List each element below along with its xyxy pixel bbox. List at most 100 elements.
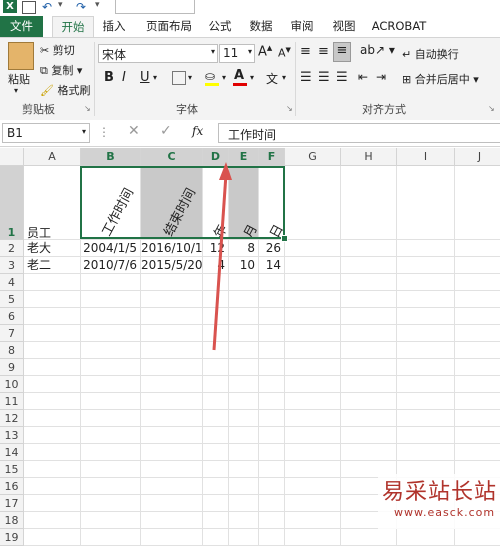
cell-g8[interactable] — [285, 342, 341, 359]
cell-e13[interactable] — [229, 427, 259, 444]
tab-insert[interactable]: 插入 — [98, 16, 130, 37]
cell-f7[interactable] — [259, 325, 285, 342]
row-header-17[interactable]: 17 — [0, 495, 24, 512]
cell-b15[interactable] — [81, 461, 141, 478]
cell-j10[interactable] — [455, 376, 500, 393]
cell-a10[interactable] — [24, 376, 81, 393]
cell-b14[interactable] — [81, 444, 141, 461]
cell-e18[interactable] — [229, 512, 259, 529]
cell-c11[interactable] — [141, 393, 203, 410]
cell-e19[interactable] — [229, 529, 259, 546]
column-header-j[interactable]: J — [455, 148, 500, 166]
cell-c10[interactable] — [141, 376, 203, 393]
cell-c5[interactable] — [141, 291, 203, 308]
cell-f2[interactable]: 26 — [259, 240, 285, 257]
cell-d17[interactable] — [203, 495, 229, 512]
cell-b11[interactable] — [81, 393, 141, 410]
format-painter-button[interactable]: 🖌 格式刷 — [40, 82, 90, 98]
cell-d9[interactable] — [203, 359, 229, 376]
tab-data[interactable]: 数据 — [245, 16, 277, 37]
column-header-c[interactable]: C — [141, 148, 203, 166]
cell-f18[interactable] — [259, 512, 285, 529]
cell-i9[interactable] — [397, 359, 455, 376]
cell-c12[interactable] — [141, 410, 203, 427]
cell-j19[interactable] — [455, 529, 500, 546]
cell-c6[interactable] — [141, 308, 203, 325]
cell-h7[interactable] — [341, 325, 397, 342]
column-header-f[interactable]: F — [259, 148, 285, 166]
cell-h10[interactable] — [341, 376, 397, 393]
tab-view[interactable]: 视图 — [328, 16, 360, 37]
clipboard-launcher-icon[interactable]: ↘ — [84, 104, 91, 113]
font-launcher-icon[interactable]: ↘ — [286, 104, 293, 113]
row-header-5[interactable]: 5 — [0, 291, 24, 308]
row-header-12[interactable]: 12 — [0, 410, 24, 427]
cell-b5[interactable] — [81, 291, 141, 308]
cell-b12[interactable] — [81, 410, 141, 427]
cell-f16[interactable] — [259, 478, 285, 495]
cell-a4[interactable] — [24, 274, 81, 291]
cell-h3[interactable] — [341, 257, 397, 274]
column-header-b[interactable]: B — [81, 148, 141, 166]
cell-f10[interactable] — [259, 376, 285, 393]
cell-f14[interactable] — [259, 444, 285, 461]
cell-c9[interactable] — [141, 359, 203, 376]
align-right-icon[interactable]: ☰ — [336, 70, 348, 85]
orientation-icon[interactable]: ab↗ ▾ — [360, 43, 395, 57]
border-dropdown-icon[interactable]: ▾ — [188, 73, 192, 82]
cell-c4[interactable] — [141, 274, 203, 291]
cell-i2[interactable] — [397, 240, 455, 257]
row-header-6[interactable]: 6 — [0, 308, 24, 325]
cell-i14[interactable] — [397, 444, 455, 461]
decrease-indent-icon[interactable]: ⇤ — [358, 70, 368, 84]
cell-c16[interactable] — [141, 478, 203, 495]
fill-color-icon[interactable]: ⛀ — [205, 69, 215, 83]
cell-j9[interactable] — [455, 359, 500, 376]
cell-b9[interactable] — [81, 359, 141, 376]
select-all-corner[interactable] — [0, 148, 24, 166]
row-header-18[interactable]: 18 — [0, 512, 24, 529]
cell-e11[interactable] — [229, 393, 259, 410]
cell-f3[interactable]: 14 — [259, 257, 285, 274]
row-header-16[interactable]: 16 — [0, 478, 24, 495]
increase-indent-icon[interactable]: ⇥ — [376, 70, 386, 84]
cell-a1[interactable]: 员工 — [24, 166, 81, 240]
cell-h4[interactable] — [341, 274, 397, 291]
cell-b4[interactable] — [81, 274, 141, 291]
cell-i4[interactable] — [397, 274, 455, 291]
cell-a11[interactable] — [24, 393, 81, 410]
cell-e16[interactable] — [229, 478, 259, 495]
cell-d11[interactable] — [203, 393, 229, 410]
cell-e9[interactable] — [229, 359, 259, 376]
row-header-15[interactable]: 15 — [0, 461, 24, 478]
cell-d19[interactable] — [203, 529, 229, 546]
cell-g17[interactable] — [285, 495, 341, 512]
cell-b16[interactable] — [81, 478, 141, 495]
align-bottom-icon[interactable]: ≡ — [333, 42, 351, 62]
cell-f5[interactable] — [259, 291, 285, 308]
copy-button[interactable]: ⧉ 复制 ▾ — [40, 62, 82, 78]
cell-j4[interactable] — [455, 274, 500, 291]
cell-j14[interactable] — [455, 444, 500, 461]
cell-a6[interactable] — [24, 308, 81, 325]
cell-g1[interactable] — [285, 166, 341, 240]
fill-dropdown-icon[interactable]: ▾ — [222, 73, 226, 82]
cell-j7[interactable] — [455, 325, 500, 342]
cell-f11[interactable] — [259, 393, 285, 410]
cell-g11[interactable] — [285, 393, 341, 410]
cell-g6[interactable] — [285, 308, 341, 325]
cell-e15[interactable] — [229, 461, 259, 478]
cell-c19[interactable] — [141, 529, 203, 546]
cell-d12[interactable] — [203, 410, 229, 427]
cell-h11[interactable] — [341, 393, 397, 410]
cell-a15[interactable] — [24, 461, 81, 478]
increase-font-icon[interactable]: A▲ — [258, 44, 272, 59]
column-header-i[interactable]: I — [397, 148, 455, 166]
align-top-icon[interactable]: ≡ — [300, 44, 311, 59]
cell-c13[interactable] — [141, 427, 203, 444]
cell-g13[interactable] — [285, 427, 341, 444]
redo-icon[interactable]: ↷ — [76, 0, 86, 14]
cell-g3[interactable] — [285, 257, 341, 274]
cell-a8[interactable] — [24, 342, 81, 359]
cell-j13[interactable] — [455, 427, 500, 444]
